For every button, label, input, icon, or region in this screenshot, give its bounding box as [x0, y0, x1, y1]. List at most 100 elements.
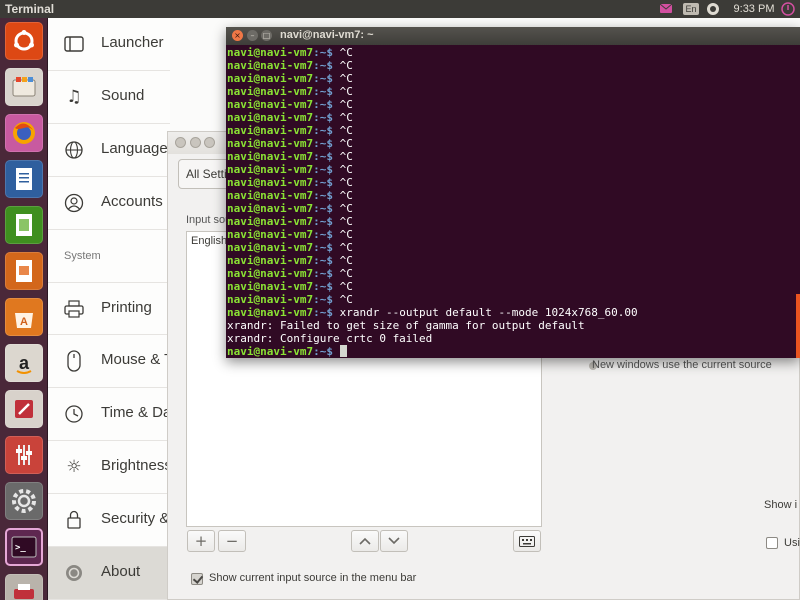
power-icon[interactable] [779, 1, 797, 17]
sidebar-item-about[interactable]: About [48, 547, 170, 600]
software-center-icon[interactable]: A [5, 298, 43, 336]
dialog-maximize-icon[interactable] [204, 137, 215, 148]
settings-icon[interactable] [5, 436, 43, 474]
sidebar-item-brightness[interactable]: ☼ Brightness [48, 441, 170, 494]
command-text: xrandr --output default --mode 1024x768_… [332, 306, 638, 319]
messaging-indicator-icon[interactable] [657, 1, 675, 17]
command-text: ^C [332, 111, 353, 124]
prompt-path: :~$ [313, 163, 333, 176]
close-icon[interactable]: × [232, 30, 243, 41]
terminal-line: navi@navi-vm7:~$ ^C [227, 124, 799, 137]
sidebar-item-language[interactable]: Language & Region [48, 124, 170, 177]
prompt-path: :~$ [313, 59, 333, 72]
terminal-line: navi@navi-vm7:~$ ^C [227, 46, 799, 59]
firefox-icon[interactable] [5, 114, 43, 152]
sidebar-item-sound[interactable]: ♫ Sound [48, 71, 170, 124]
sidebar-item-security[interactable]: Security & Privacy [48, 494, 170, 547]
command-text: ^C [332, 72, 353, 85]
command-text: ^C [332, 215, 353, 228]
dash-icon[interactable] [5, 22, 43, 60]
command-text: ^C [332, 137, 353, 150]
system-settings-gear-icon[interactable] [5, 482, 43, 520]
files-icon[interactable] [5, 68, 43, 106]
terminal-line: navi@navi-vm7:~$ ^C [227, 98, 799, 111]
prompt-path: :~$ [313, 189, 333, 202]
prompt-user: navi@navi-vm7 [227, 111, 314, 124]
terminal-output[interactable]: navi@navi-vm7:~$ ^C navi@navi-vm7:~$ ^C na… [227, 46, 799, 358]
command-text [333, 345, 340, 358]
sidebar-item-label: Mouse & Touchpad [101, 351, 167, 368]
prompt-path: :~$ [313, 228, 333, 241]
prompt-user: navi@navi-vm7 [227, 124, 314, 137]
prompt-user: navi@navi-vm7 [227, 202, 314, 215]
terminal-line: xrandr: Failed to get size of gamma for … [227, 319, 799, 332]
terminal-line: navi@navi-vm7:~$ ^C [227, 72, 799, 85]
sidebar-item-label: Sound [101, 87, 145, 104]
sidebar-item-printing[interactable]: Printing [48, 282, 170, 335]
prompt-path: :~$ [313, 137, 333, 150]
new-windows-label: New windows use the current source [592, 359, 772, 371]
dialog-minimize-icon[interactable] [190, 137, 201, 148]
use-checkbox[interactable] [766, 537, 778, 549]
prompt-path: :~$ [313, 280, 333, 293]
terminal-titlebar[interactable]: × – □ navi@navi-vm7: ~ [226, 27, 800, 45]
move-up-button[interactable] [351, 530, 379, 552]
show-input-source-checkbox[interactable] [191, 573, 203, 585]
keyboard-layout-button[interactable] [513, 530, 541, 552]
music-note-icon: ♫ [66, 87, 82, 107]
prompt-path: :~$ [313, 72, 333, 85]
sidebar-item-label: Printing [101, 299, 152, 316]
settings-sidebar: Launcher ♫ Sound Language & Region Accou… [48, 18, 170, 600]
show-input-source-label: Show current input source in the menu ba… [209, 572, 417, 584]
clock[interactable]: 9:33 PM [732, 1, 776, 17]
terminal-line: navi@navi-vm7:~$ ^C [227, 176, 799, 189]
impress-icon[interactable] [5, 252, 43, 290]
prompt-user: navi@navi-vm7 [227, 176, 314, 189]
command-text: ^C [332, 241, 353, 254]
prompt-path: :~$ [313, 85, 333, 98]
command-text: ^C [332, 85, 353, 98]
output-text: xrandr: Failed to get size of gamma for … [227, 319, 585, 332]
printer-icon[interactable] [5, 574, 43, 600]
terminal-line: navi@navi-vm7:~$ [227, 345, 799, 358]
prompt-user: navi@navi-vm7 [227, 189, 314, 202]
prompt-path: :~$ [313, 254, 333, 267]
terminal-title: navi@navi-vm7: ~ [280, 29, 374, 41]
sidebar-item-mouse[interactable]: Mouse & Touchpad [48, 335, 170, 388]
amazon-icon[interactable]: a [5, 344, 43, 382]
command-text: ^C [332, 293, 353, 306]
command-text: ^C [332, 189, 353, 202]
sidebar-item-accounts[interactable]: Accounts [48, 177, 170, 230]
terminal-icon[interactable]: >_ [5, 528, 43, 566]
sidebar-item-time[interactable]: Time & Date [48, 388, 170, 441]
prompt-path: :~$ [313, 176, 333, 189]
command-text: ^C [332, 46, 353, 59]
terminal-line: navi@navi-vm7:~$ ^C [227, 202, 799, 215]
remove-source-button[interactable]: − [218, 530, 246, 552]
command-text: ^C [332, 267, 353, 280]
scrollbar[interactable] [796, 294, 800, 358]
sidebar-item-launcher[interactable]: Launcher [48, 18, 170, 71]
dialog-close-icon[interactable] [175, 137, 186, 148]
prompt-user: navi@navi-vm7 [227, 85, 314, 98]
sidebar-item-label: About [101, 563, 141, 580]
terminal-line: navi@navi-vm7:~$ ^C [227, 280, 799, 293]
maximize-icon[interactable]: □ [261, 30, 272, 41]
prompt-user: navi@navi-vm7 [227, 241, 314, 254]
terminal-line: navi@navi-vm7:~$ ^C [227, 267, 799, 280]
keyboard-indicator[interactable]: En [682, 1, 700, 17]
keyboard-layout-label: En [683, 3, 699, 15]
prompt-user: navi@navi-vm7 [227, 345, 314, 358]
minimize-icon[interactable]: – [247, 30, 258, 41]
calc-icon[interactable] [5, 206, 43, 244]
move-down-button[interactable] [380, 530, 408, 552]
prompt-user: navi@navi-vm7 [227, 46, 314, 59]
add-source-button[interactable]: + [187, 530, 215, 552]
writer-icon[interactable] [5, 160, 43, 198]
terminal-line: navi@navi-vm7:~$ ^C [227, 241, 799, 254]
sound-icon[interactable] [704, 1, 722, 17]
system-tool-icon[interactable] [5, 390, 43, 428]
prompt-path: :~$ [313, 215, 333, 228]
prompt-path: :~$ [313, 202, 333, 215]
prompt-user: navi@navi-vm7 [227, 150, 314, 163]
